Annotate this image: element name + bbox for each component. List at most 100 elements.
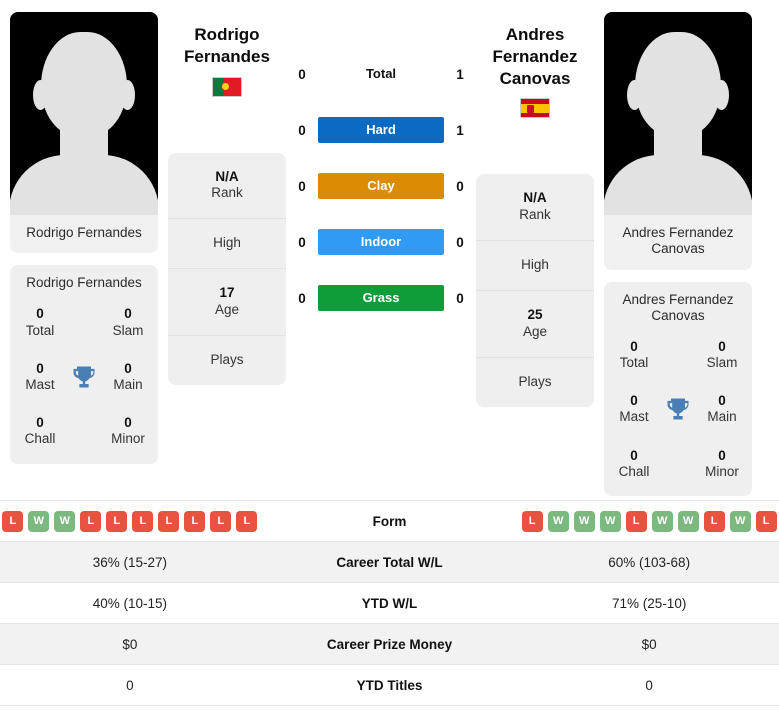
- right-info-age: 25 Age: [476, 291, 594, 358]
- right-photo-caption-line2: Canovas: [651, 241, 705, 257]
- form-badge[interactable]: L: [106, 510, 128, 532]
- right-titles-main-label: Main: [707, 409, 737, 425]
- form-badge[interactable]: L: [132, 510, 154, 532]
- h2h-grass-right-value: 0: [456, 290, 464, 306]
- form-badge[interactable]: W: [651, 510, 673, 532]
- left-titles-slam: 0 Slam: [104, 306, 152, 338]
- left-info-high: High: [168, 219, 286, 270]
- form-badge[interactable]: W: [677, 510, 699, 532]
- right-info-age-label: Age: [522, 323, 548, 339]
- right-ytd-wl: 71% (25-10): [612, 595, 687, 611]
- right-info-age-value: 25: [527, 306, 543, 322]
- h2h-row-clay: 0 Clay 0: [286, 172, 476, 200]
- h2h-hard-label[interactable]: Hard: [318, 117, 444, 143]
- left-info-age-label: Age: [214, 302, 240, 317]
- right-player-column: Andres Fernandez Canovas Andres Fernande…: [594, 0, 762, 496]
- right-titles-chall-label: Chall: [618, 463, 650, 479]
- left-player-name-line2: Fernandes: [184, 46, 270, 66]
- left-titles-chall-value: 0: [36, 415, 44, 431]
- form-badge[interactable]: L: [80, 510, 102, 532]
- left-titles-main: 0 Main: [104, 361, 152, 393]
- career-total-wl-label: Career Total W/L: [336, 554, 443, 570]
- left-titles-total-value: 0: [36, 306, 44, 322]
- right-ytd-titles: 0: [645, 677, 653, 693]
- h2h-indoor-right-value: 0: [456, 234, 464, 250]
- h2h-row-total: 0 Total 1: [286, 60, 476, 88]
- left-player-column: Rodrigo Fernandes Rodrigo Fernandes 0 To…: [0, 0, 168, 464]
- form-badge[interactable]: L: [521, 510, 543, 532]
- h2h-clay-left-value: 0: [298, 178, 306, 194]
- right-player-name-column: Andres Fernandez Canovas N/A Rank High 2…: [476, 0, 594, 407]
- left-titles-mast-label: Mast: [25, 377, 55, 393]
- right-titles-minor: 0 Minor: [698, 448, 746, 480]
- form-badge[interactable]: L: [184, 510, 206, 532]
- form-badge[interactable]: W: [729, 510, 751, 532]
- form-badge[interactable]: W: [54, 510, 76, 532]
- right-player-titles-card: Andres Fernandez Canovas 0 Total 0 Slam …: [604, 281, 752, 496]
- left-titles-slam-value: 0: [124, 306, 132, 322]
- h2h-row-grass: 0 Grass 0: [286, 284, 476, 312]
- h2h-hard-right-value: 1: [456, 122, 464, 138]
- avatar-ear-left-icon: [627, 80, 642, 110]
- form-badge[interactable]: W: [573, 510, 595, 532]
- left-player-photo-card[interactable]: Rodrigo Fernandes: [10, 12, 158, 254]
- form-badge[interactable]: L: [755, 510, 777, 532]
- avatar-ear-right-icon: [714, 80, 729, 110]
- right-form-strip: LWWWLWWLWL: [519, 510, 779, 532]
- right-titles-chall-value: 0: [630, 447, 638, 463]
- portugal-flag-icon: [212, 76, 242, 97]
- ytd-wl-label: YTD W/L: [361, 595, 418, 611]
- form-badge[interactable]: L: [703, 510, 725, 532]
- right-titles-total: 0 Total: [610, 339, 658, 371]
- left-titles-card-name: Rodrigo Fernandes: [26, 275, 142, 291]
- left-ytd-wl: 40% (10-15): [92, 595, 167, 611]
- left-player-titles-card: Rodrigo Fernandes 0 Total 0 Slam 0 Mast: [10, 265, 158, 464]
- avatar-body-icon: [10, 155, 158, 215]
- right-player-photo-card[interactable]: Andres Fernandez Canovas: [604, 12, 752, 270]
- stats-comparison-table: LWWLLLLLLL Form LWWWLWWLWL 36% (15-27) C…: [0, 500, 779, 706]
- right-career-prize-money: $0: [641, 636, 657, 652]
- left-info-rank-value: N/A: [215, 168, 239, 184]
- form-badge[interactable]: L: [625, 510, 647, 532]
- right-info-rank: N/A Rank: [476, 174, 594, 241]
- form-badge[interactable]: L: [210, 510, 232, 532]
- left-titles-total-label: Total: [25, 322, 55, 338]
- form-badge[interactable]: L: [158, 510, 180, 532]
- left-info-age-value: 17: [219, 285, 235, 301]
- left-titles-main-label: Main: [113, 377, 143, 393]
- left-info-plays: Plays: [168, 336, 286, 385]
- right-titles-minor-value: 0: [718, 447, 726, 463]
- right-titles-card-name: Andres Fernandez Canovas: [610, 292, 746, 325]
- h2h-hard-left-value: 0: [298, 122, 306, 138]
- right-info-plays-label: Plays: [518, 373, 552, 389]
- left-titles-minor-value: 0: [124, 415, 132, 431]
- form-badge[interactable]: L: [2, 510, 24, 532]
- h2h-row-hard: 0 Hard 1: [286, 116, 476, 144]
- avatar-body-icon: [604, 155, 752, 215]
- left-player-name[interactable]: Rodrigo Fernandes: [184, 24, 270, 68]
- right-titles-main: 0 Main: [698, 393, 746, 425]
- left-career-prize-money: $0: [122, 636, 138, 652]
- right-info-high: High: [476, 241, 594, 291]
- h2h-row-indoor: 0 Indoor 0: [286, 228, 476, 256]
- right-player-avatar: [604, 12, 752, 215]
- left-titles-chall: 0 Chall: [16, 415, 64, 447]
- h2h-grass-label[interactable]: Grass: [318, 285, 444, 311]
- right-player-name[interactable]: Andres Fernandez Canovas: [492, 24, 577, 89]
- right-titles-mast-value: 0: [630, 393, 638, 409]
- h2h-clay-label[interactable]: Clay: [318, 173, 444, 199]
- left-info-age: 17 Age: [168, 269, 286, 336]
- right-photo-caption-line1: Andres Fernandez: [622, 225, 734, 240]
- h2h-indoor-label[interactable]: Indoor: [318, 229, 444, 255]
- form-badge[interactable]: W: [547, 510, 569, 532]
- form-badge[interactable]: L: [236, 510, 258, 532]
- left-info-rank-label: Rank: [211, 185, 243, 201]
- h2h-clay-right-value: 0: [456, 178, 464, 194]
- form-badge[interactable]: W: [599, 510, 621, 532]
- trophy-icon: [658, 395, 698, 423]
- avatar-ear-left-icon: [33, 80, 48, 110]
- career-prize-money-label: Career Prize Money: [326, 636, 453, 652]
- h2h-total-right-value: 1: [456, 66, 464, 82]
- left-player-name-line1: Rodrigo: [194, 25, 260, 44]
- form-badge[interactable]: W: [28, 510, 50, 532]
